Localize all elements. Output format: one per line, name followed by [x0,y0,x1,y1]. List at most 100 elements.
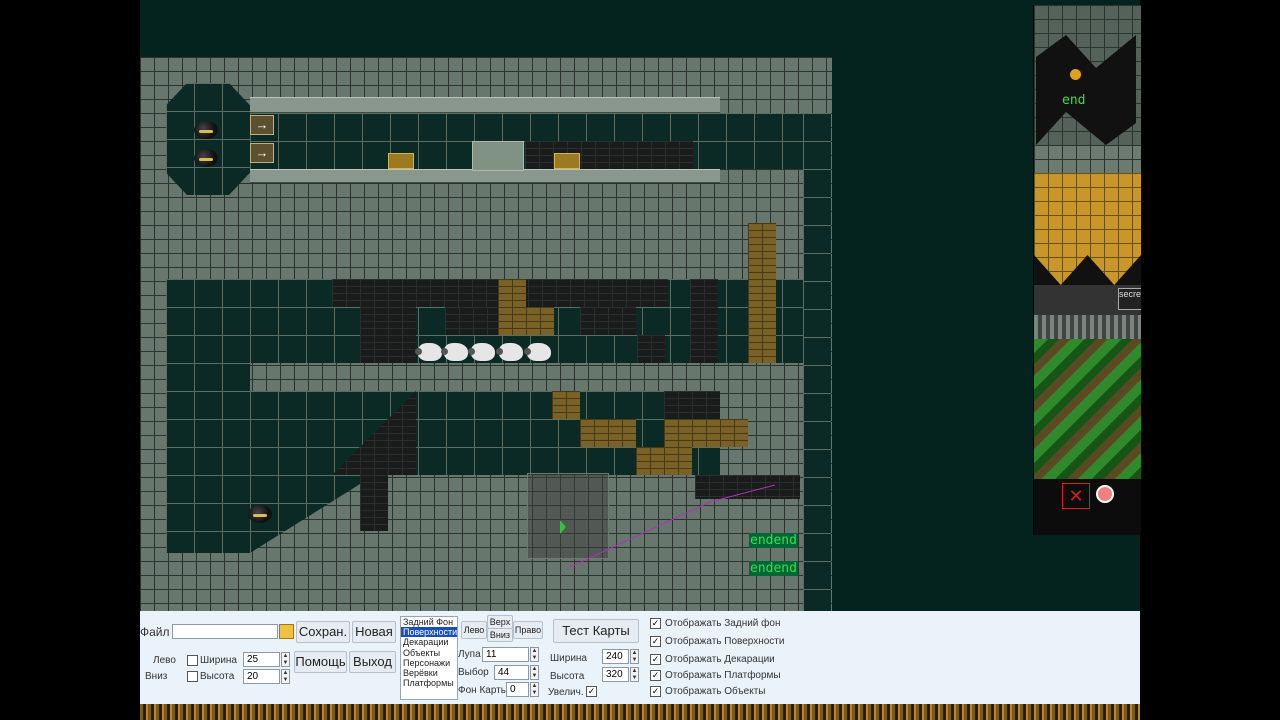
cursor-icon [560,520,566,534]
map-gold-wall [748,223,776,363]
width-input[interactable] [243,652,280,667]
map-ledge [250,169,720,183]
sheep-icon [524,343,551,361]
sheep-icon [415,343,442,361]
map-gold-wall [664,419,748,447]
show-objects-label: Отображать Объекты [665,686,766,697]
map-gold-wall [552,391,580,419]
arrow-right-icon: → [250,115,274,135]
map-room [803,113,831,611]
loupe-label: Лупа [458,649,481,660]
bomb-character-icon [248,505,272,523]
down-label: Вниз [145,671,168,682]
height-input[interactable] [243,669,280,684]
map-wall [664,391,720,419]
map-ledge [250,97,720,113]
layer-item[interactable]: Платформы [401,678,457,688]
loupe-spinner[interactable]: ▲ ▼ [530,647,539,662]
left-label: Лево [153,655,176,666]
new-map-button[interactable]: Новая [352,621,396,643]
zoom-checkbox[interactable]: ✓ [586,686,597,697]
map-wall [445,307,501,335]
machine-icon [472,141,524,171]
map-room [166,363,250,553]
scroll-down-button[interactable]: Вниз [487,628,513,642]
bomb-character-icon [194,149,218,167]
width-label: Ширина [200,655,237,666]
chest-icon [554,153,580,169]
layer-item[interactable]: Задний Фон [401,617,457,627]
file-label: Файл [140,625,170,639]
width-checkbox[interactable] [187,655,198,666]
map-width-label: Ширина [550,653,587,664]
height-label: Высота [200,671,235,682]
map-width-input[interactable] [602,649,629,664]
map-wall [580,307,636,335]
map-gold-wall [498,279,526,335]
show-platforms-label: Отображать Платформы [665,670,781,681]
help-button[interactable]: Помощь [294,651,347,673]
sheep-icon [468,343,495,361]
map-gold-wall [580,419,636,447]
layer-item[interactable]: Объекты [401,648,457,658]
map-wall [690,279,718,363]
bg-map-label: Фон Карты [458,685,508,696]
palette-stone-tiles[interactable] [1034,145,1141,173]
coin-icon [1070,69,1081,80]
sheep-icon [441,343,468,361]
select-spinner[interactable]: ▲ ▼ [530,665,539,680]
show-decorations-checkbox[interactable]: ✓ [650,654,661,665]
rope-line [570,484,776,568]
map-gold-wall [526,307,554,335]
map-room [166,83,250,195]
zoom-label: Увелич. [548,687,584,698]
layer-item[interactable]: Персонажи [401,658,457,668]
palette-secret-tile[interactable]: secre [1118,288,1141,310]
layer-item[interactable]: Верёвки [401,668,457,678]
tile-palette[interactable]: end secre ✕ [1033,5,1141,535]
height-spinner[interactable]: ▲ ▼ [281,669,290,684]
scroll-right-button[interactable]: Право [513,621,543,639]
select-input[interactable] [494,665,529,680]
layer-list[interactable]: Задний Фон Поверхности Декарации Объекты… [400,616,458,700]
bg-map-spinner[interactable]: ▲ ▼ [530,682,539,697]
map-wall [360,475,388,531]
exit-button[interactable]: Выход [349,651,396,673]
map-canvas[interactable]: → → endend endend [140,57,832,611]
open-folder-icon[interactable] [279,624,294,639]
map-width-spinner[interactable]: ▲ ▼ [630,649,639,664]
map-gold-wall [636,447,692,475]
show-surfaces-label: Отображать Поверхности [665,636,785,647]
select-label: Выбор [458,667,489,678]
loupe-input[interactable] [482,647,529,662]
show-platforms-checkbox[interactable]: ✓ [650,670,661,681]
scroll-left-button[interactable]: Лево [461,621,487,639]
show-background-checkbox[interactable]: ✓ [650,618,661,629]
map-height-spinner[interactable]: ▲ ▼ [630,667,639,682]
save-button[interactable]: Сохран. [296,621,350,643]
layer-item-selected[interactable]: Поверхности [401,627,457,638]
palette-fence-tiles[interactable] [1034,315,1141,339]
height-checkbox[interactable] [187,671,198,682]
map-height-input[interactable] [602,667,629,682]
sheep-icon [496,343,523,361]
show-surfaces-checkbox[interactable]: ✓ [650,636,661,647]
scroll-up-button[interactable]: Верх [487,615,513,629]
bomb-character-icon [194,121,218,139]
file-input[interactable] [172,624,278,639]
close-icon: ✕ [1062,483,1090,509]
width-spinner[interactable]: ▲ ▼ [281,652,290,667]
palette-end-tile[interactable]: end [1062,93,1085,108]
layer-item[interactable]: Декарации [401,637,457,647]
show-background-label: Отображать Задний фон [665,618,781,629]
lollipop-icon [1096,485,1114,503]
show-objects-checkbox[interactable]: ✓ [650,686,661,697]
show-decorations-label: Отображать Декарации [665,654,775,665]
bg-map-input[interactable] [506,682,529,697]
arrow-right-icon: → [250,143,274,163]
map-wall [525,141,693,169]
end-marker: endend [749,561,798,576]
end-marker: endend [749,533,798,548]
palette-jungle-tiles[interactable] [1034,339,1141,479]
test-map-button[interactable]: Тест Карты [553,619,639,643]
